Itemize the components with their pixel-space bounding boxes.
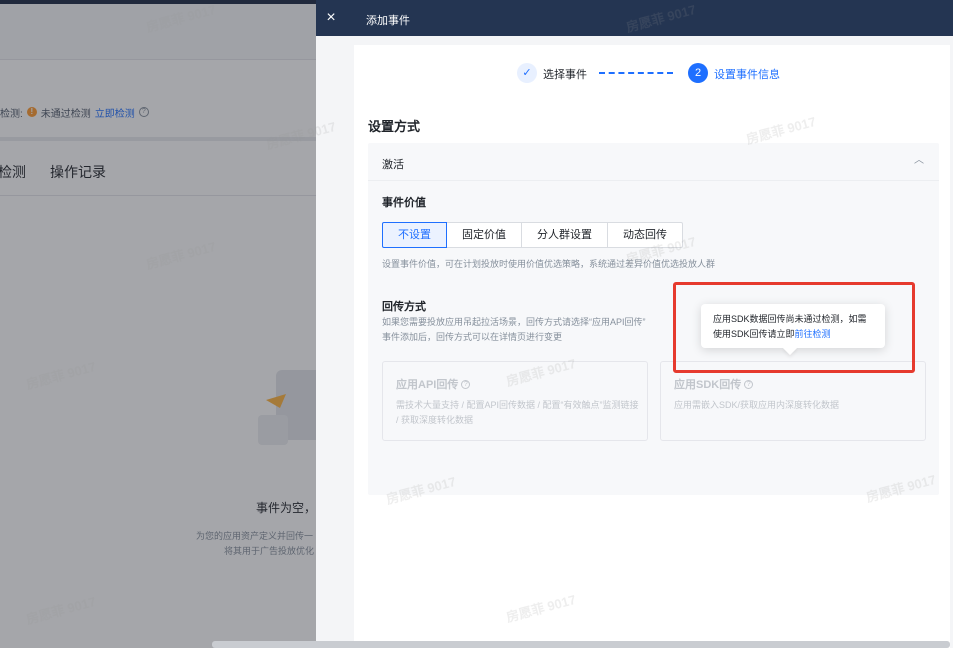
help-icon[interactable]: ?	[744, 379, 754, 389]
api-option-desc: 需技术大量支持 / 配置API回传数据 / 配置“有效触点”监测链接 / 获取深…	[396, 400, 639, 425]
step1-label[interactable]: 选择事件	[543, 66, 587, 82]
steps: ✓ 选择事件 2 设置事件信息	[354, 63, 950, 83]
help-icon[interactable]: ?	[461, 379, 471, 389]
drawer-header	[346, 0, 953, 36]
modal-mask[interactable]	[0, 0, 316, 648]
callback-option-sdk[interactable]: 应用SDK回传 ? 应用需嵌入SDK/获取应用内深度转化数据	[660, 361, 926, 441]
panel-title: 激活	[382, 159, 404, 171]
annotation-highlight-box	[673, 282, 915, 373]
event-value-option-none[interactable]: 不设置	[382, 222, 447, 248]
horizontal-scrollbar[interactable]	[212, 641, 950, 648]
event-value-segmented: 不设置 固定价值 分人群设置 动态回传	[382, 222, 683, 248]
close-button[interactable]: ×	[316, 0, 346, 36]
callback-hint-2: 事件添加后，回传方式可以在详情页进行变更	[382, 332, 563, 342]
event-value-option-fixed[interactable]: 固定价值	[446, 222, 522, 248]
callback-label: 回传方式	[382, 301, 426, 313]
step-connector	[599, 72, 673, 74]
section-title: 设置方式	[368, 119, 421, 134]
api-option-title: 应用API回传 ?	[396, 376, 471, 392]
chevron-up-icon[interactable]: ︿	[913, 155, 925, 167]
step2-number: 2	[688, 63, 708, 83]
callback-hint-1: 如果您需要投放应用吊起拉活场景，回传方式请选择“应用API回传”	[382, 317, 646, 327]
step2-label: 设置事件信息	[714, 69, 780, 81]
check-icon: ✓	[517, 63, 537, 83]
event-value-option-segment[interactable]: 分人群设置	[521, 222, 608, 248]
drawer-title: 添加事件	[366, 15, 410, 27]
api-option-title-text: 应用API回传	[396, 379, 459, 391]
close-icon: ×	[326, 9, 336, 26]
sdk-option-title: 应用SDK回传 ?	[674, 376, 754, 392]
sdk-option-title-text: 应用SDK回传	[674, 379, 742, 391]
sdk-option-desc: 应用需嵌入SDK/获取应用内深度转化数据	[674, 400, 840, 410]
event-value-option-dynamic[interactable]: 动态回传	[607, 222, 683, 248]
panel-header[interactable]: 激活 ︿	[368, 143, 939, 181]
callback-option-api[interactable]: 应用API回传 ? 需技术大量支持 / 配置API回传数据 / 配置“有效触点”…	[382, 361, 648, 441]
event-value-label: 事件价值	[382, 197, 426, 209]
event-value-hint: 设置事件价值，可在计划投放时使用价值优选策略，系统通过差异价值优选投放人群	[382, 259, 716, 269]
